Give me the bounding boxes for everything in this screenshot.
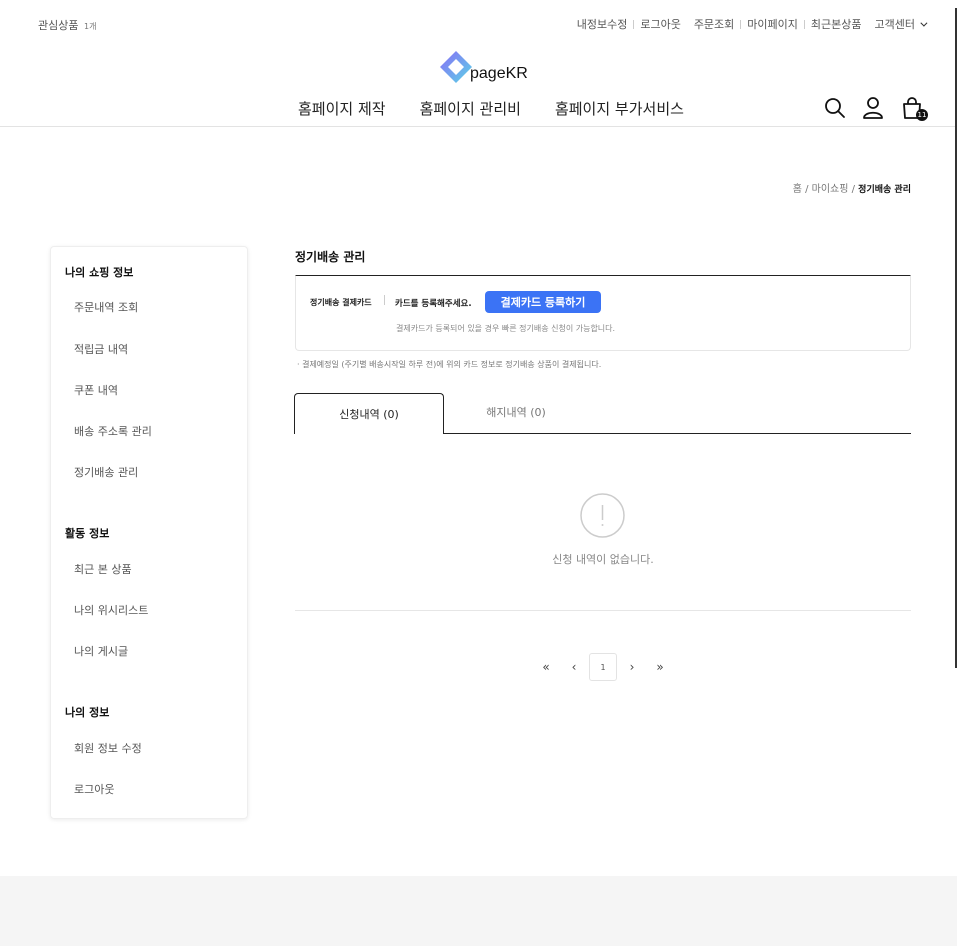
nav-item-homepage-addons[interactable]: 홈페이지 부가서비스 (555, 98, 684, 119)
card-help-text: 결제카드가 등록되어 있을 경우 빠른 정기배송 신청이 가능합니다. (396, 324, 616, 333)
card-label: 정기배송 결제카드 (310, 298, 372, 307)
chevron-down-icon (920, 19, 928, 27)
breadcrumb: 홈 / 마이쇼핑 / 정기배송 관리 (792, 184, 911, 195)
sidebar-item-posts[interactable]: 나의 게시글 (74, 643, 128, 659)
logo-mark-icon (440, 51, 472, 83)
sidebar-group-title: 활동 정보 (65, 527, 110, 540)
divider (633, 19, 635, 29)
tab-applications[interactable]: 신청내역 (0) (294, 393, 444, 434)
wishlist-label: 관심상품 (38, 19, 79, 32)
link-mypage[interactable]: 마이페이지 (747, 16, 798, 32)
sidebar-item-wishlist[interactable]: 나의 위시리스트 (74, 602, 148, 618)
divider (740, 19, 742, 29)
empty-message: 신청 내역이 없습니다. (552, 553, 654, 566)
nav-item-homepage-build[interactable]: 홈페이지 제작 (298, 98, 386, 119)
wishlist-count: 1개 (83, 22, 97, 31)
link-edit-profile[interactable]: 내정보수정 (577, 16, 628, 32)
pagination: « ‹ 1 › » (536, 653, 670, 681)
register-card-button[interactable]: 결제카드 등록하기 (485, 291, 601, 313)
card-message: 카드를 등록해주세요. (395, 299, 472, 309)
link-recent-products[interactable]: 최근본상품 (811, 16, 862, 32)
nav-item-homepage-maintenance[interactable]: 홈페이지 관리비 (420, 98, 521, 119)
logo-text: pageKR (470, 65, 528, 82)
divider (384, 295, 385, 305)
sidebar-item-points[interactable]: 적립금 내역 (74, 341, 128, 357)
customer-center-menu[interactable]: 고객센터 (874, 16, 928, 32)
sidebar-item-edit-profile[interactable]: 회원 정보 수정 (74, 740, 142, 756)
sidebar-item-addresses[interactable]: 배송 주소록 관리 (74, 423, 152, 439)
wishlist-link[interactable]: 관심상품 1개 (38, 17, 96, 33)
alert-icon (580, 493, 625, 538)
sidebar-item-subscriptions[interactable]: 정기배송 관리 (74, 464, 138, 480)
subscription-tabs: 신청내역 (0) 해지내역 (0) (294, 393, 911, 434)
site-logo[interactable]: pageKR (438, 47, 528, 87)
divider (803, 19, 805, 29)
sidebar-item-orders[interactable]: 주문내역 조회 (74, 299, 138, 315)
top-utility-bar: 관심상품 1개 내정보수정 로그아웃 주문조회 마이페이지 최근본상품 고객센터 (0, 0, 957, 48)
payment-card-panel: 정기배송 결제카드 카드를 등록해주세요. 결제카드 등록하기 결제카드가 등록… (295, 275, 911, 351)
search-icon[interactable] (824, 97, 846, 123)
cart-count-badge: 11 (916, 109, 928, 121)
sidebar-group-title: 나의 쇼핑 정보 (65, 266, 134, 279)
footer (0, 876, 957, 946)
header-icons: 11 (824, 97, 934, 121)
next-page-icon[interactable]: › (622, 653, 642, 681)
last-page-icon[interactable]: » (650, 653, 670, 681)
list-divider (295, 610, 911, 611)
sidebar-group-title: 나의 정보 (65, 706, 110, 719)
header-divider (0, 126, 957, 127)
main-nav: 홈페이지 제작 홈페이지 관리비 홈페이지 부가서비스 (298, 98, 718, 119)
sidebar-item-logout[interactable]: 로그아웃 (74, 781, 114, 797)
payment-note: · 결제예정일 (주기별 배송시작일 하루 전)에 위의 카드 정보로 정기배송… (297, 360, 602, 369)
tabs-underline (443, 433, 911, 434)
first-page-icon[interactable]: « (536, 653, 556, 681)
mypage-sidebar: 나의 쇼핑 정보 주문내역 조회 적립금 내역 쿠폰 내역 배송 주소록 관리 … (50, 246, 248, 819)
customer-center-label: 고객센터 (874, 18, 915, 31)
prev-page-icon[interactable]: ‹ (564, 653, 584, 681)
utility-links: 내정보수정 로그아웃 주문조회 마이페이지 최근본상품 고객센터 (577, 16, 928, 32)
sidebar-item-coupons[interactable]: 쿠폰 내역 (74, 382, 118, 398)
link-logout[interactable]: 로그아웃 (640, 16, 680, 32)
tab-cancellations[interactable]: 해지내역 (0) (444, 393, 588, 433)
link-order-lookup[interactable]: 주문조회 (694, 16, 734, 32)
breadcrumb-home[interactable]: 홈 (793, 184, 802, 195)
page-number[interactable]: 1 (589, 653, 617, 681)
user-icon[interactable] (863, 97, 883, 123)
page-title: 정기배송 관리 (295, 250, 366, 264)
breadcrumb-myshopping[interactable]: 마이쇼핑 (812, 184, 849, 195)
breadcrumb-current: 정기배송 관리 (858, 185, 911, 195)
